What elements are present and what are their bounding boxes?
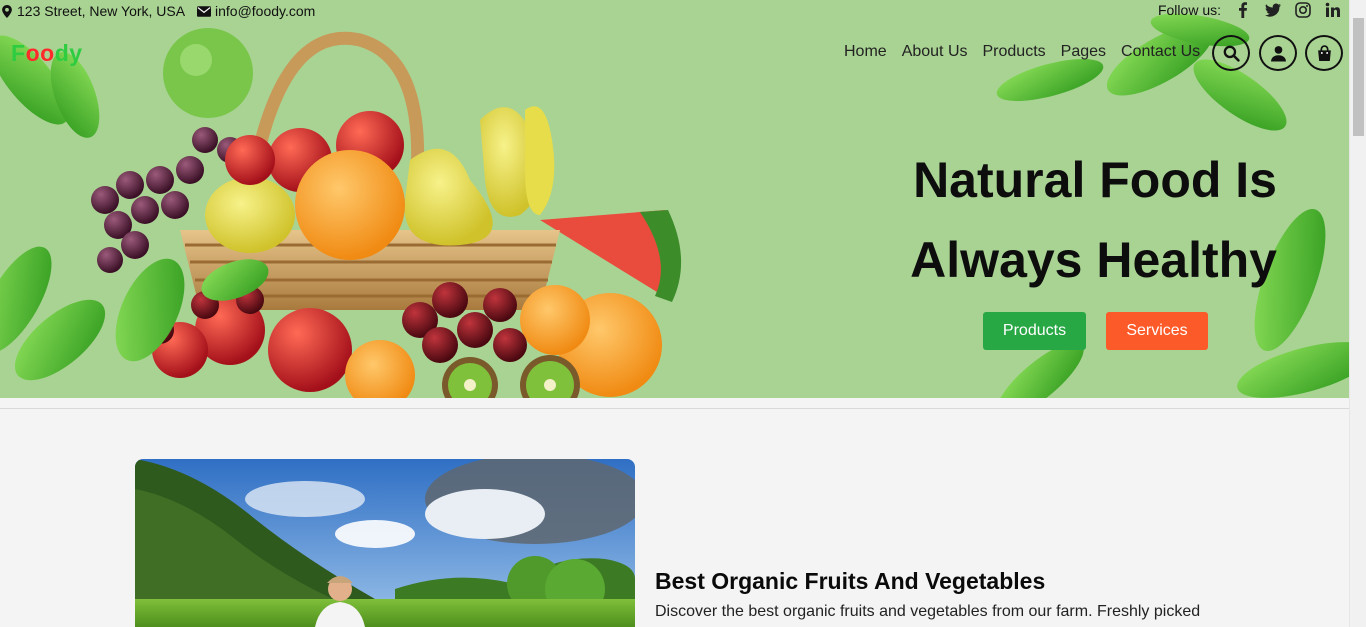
- twitter-icon[interactable]: [1265, 2, 1281, 18]
- top-bar: 123 Street, New York, USA info@foody.com…: [0, 0, 1349, 24]
- email-text[interactable]: info@foody.com: [215, 3, 315, 19]
- logo-letter: o: [40, 40, 55, 66]
- about-description: Discover the best organic fruits and veg…: [655, 603, 1201, 620]
- section-divider: [0, 408, 1349, 409]
- nav-item-about-us[interactable]: About Us: [902, 42, 968, 62]
- address-text: 123 Street, New York, USA: [17, 3, 186, 19]
- email-info: info@foody.com: [197, 3, 315, 19]
- social-links: Follow us:: [1158, 2, 1341, 18]
- logo-letter: y: [69, 40, 83, 66]
- instagram-icon[interactable]: [1295, 2, 1311, 18]
- hero-title: Natural Food Is Always Healthy: [837, 140, 1277, 300]
- map-marker-icon: [2, 4, 12, 18]
- scrollbar-thumb[interactable]: [1353, 18, 1364, 136]
- main-nav: Home About Us Products Pages Contact Us: [844, 42, 1215, 62]
- search-icon: [1223, 45, 1240, 62]
- facebook-icon[interactable]: [1235, 2, 1251, 18]
- follow-label: Follow us:: [1157, 2, 1221, 18]
- cart-button[interactable]: [1305, 35, 1343, 71]
- nav-item-products[interactable]: Products: [983, 42, 1046, 62]
- user-icon: [1270, 45, 1286, 61]
- services-button[interactable]: Services: [1106, 312, 1208, 350]
- products-button[interactable]: Products: [983, 312, 1086, 350]
- logo-letter: o: [25, 40, 41, 66]
- search-button[interactable]: [1212, 35, 1250, 71]
- hero-title-line2: Always Healthy: [910, 232, 1277, 288]
- logo-letter: d: [54, 40, 70, 66]
- nav-item-home[interactable]: Home: [844, 42, 887, 62]
- hero-title-line1: Natural Food Is: [913, 152, 1277, 208]
- logo-letter: F: [11, 40, 26, 66]
- nav-item-contact-us[interactable]: Contact Us: [1121, 42, 1200, 62]
- account-button[interactable]: [1259, 35, 1297, 71]
- brand-logo[interactable]: Foody: [11, 40, 83, 67]
- shopping-bag-icon: [1317, 44, 1331, 61]
- nav-item-pages[interactable]: Pages: [1061, 42, 1106, 62]
- farmer-field-image: [135, 459, 635, 627]
- hero-banner: 123 Street, New York, USA info@foody.com…: [0, 0, 1349, 398]
- about-title: Best Organic Fruits And Vegetables: [655, 568, 1046, 594]
- page-scrollbar[interactable]: [1349, 0, 1366, 627]
- address-info: 123 Street, New York, USA: [1, 3, 185, 19]
- linkedin-icon[interactable]: [1325, 2, 1341, 18]
- envelope-icon: [197, 5, 211, 17]
